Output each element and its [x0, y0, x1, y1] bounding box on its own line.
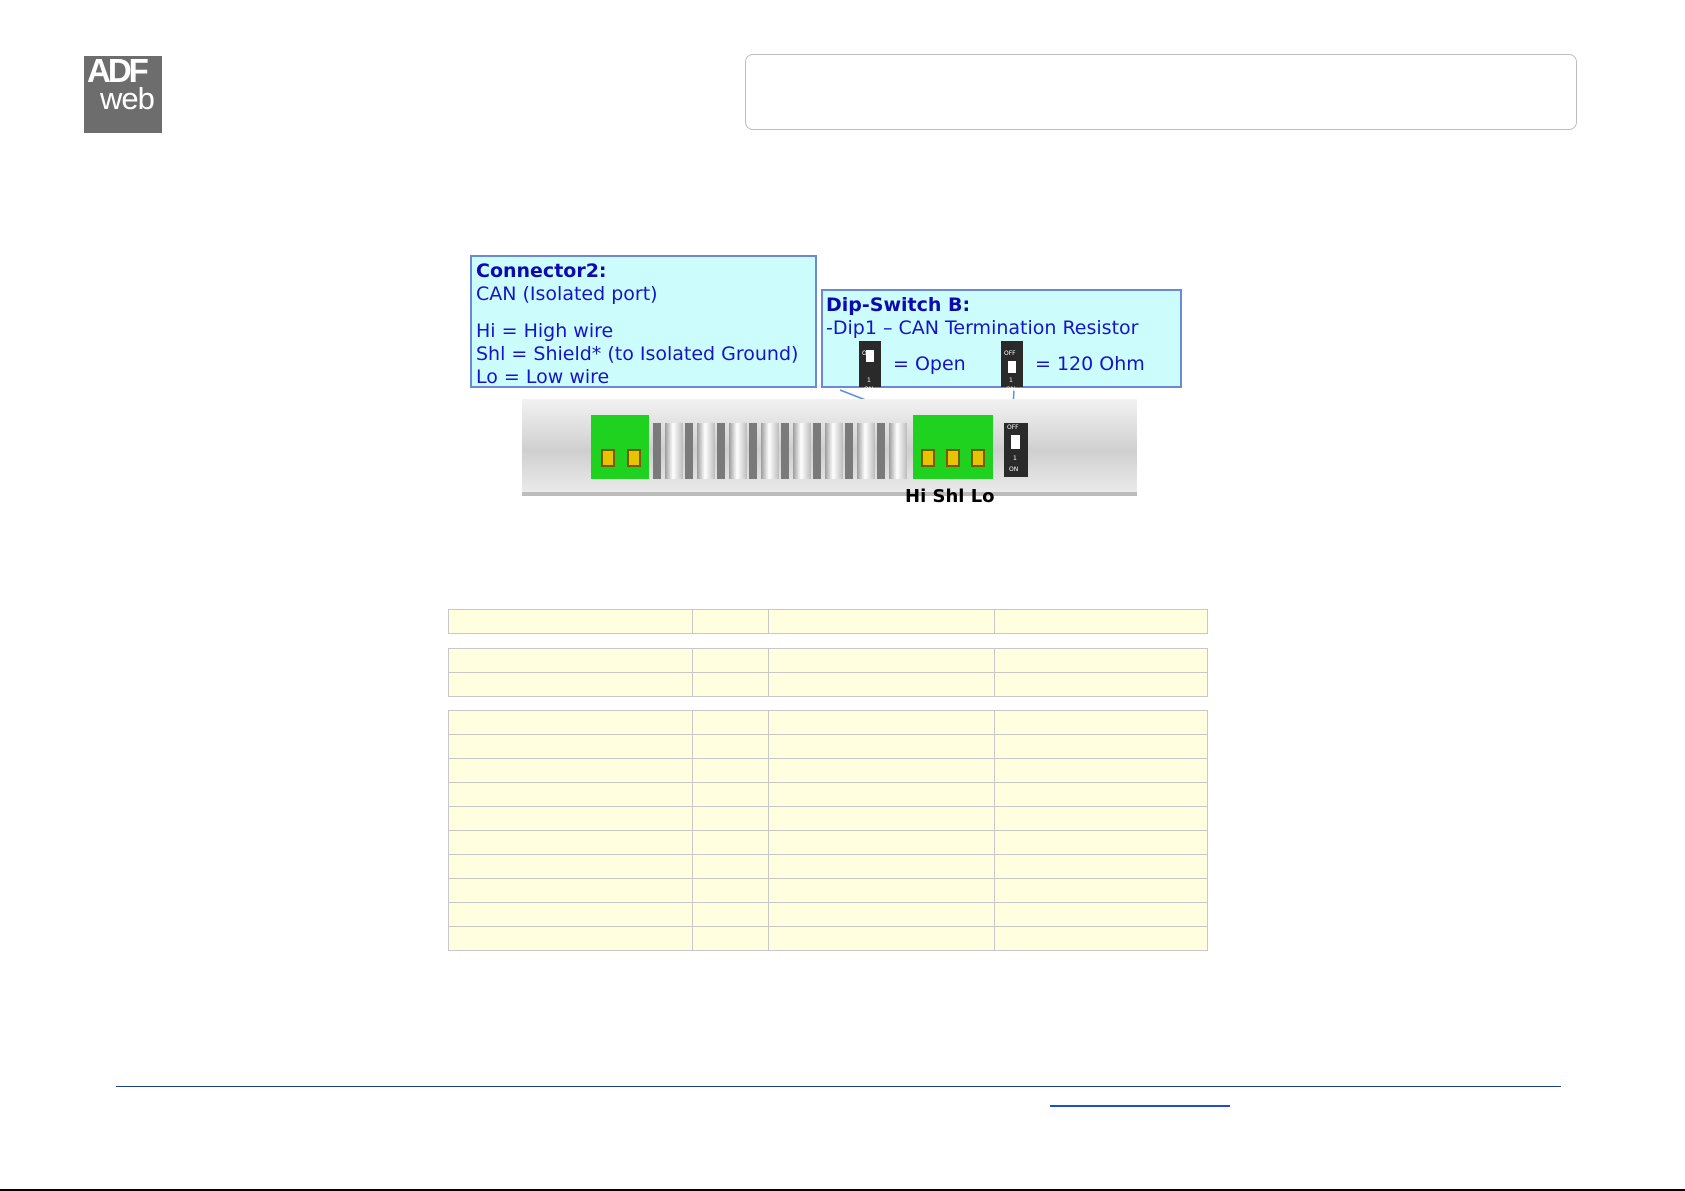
heat-fin	[857, 423, 875, 479]
can-terminal	[913, 415, 993, 479]
device-shadow	[522, 492, 1137, 496]
header-title-box	[745, 54, 1577, 130]
pin-labels: Hi Shl Lo	[905, 486, 995, 507]
adfweb-logo: ADF web	[84, 56, 162, 133]
table-row	[448, 710, 1208, 735]
connector-callout: Connector2: CAN (Isolated port) Hi = Hig…	[470, 255, 817, 388]
terminal-pin-shl	[946, 449, 960, 467]
fin-gap	[749, 423, 757, 479]
spec-table-group-3	[448, 710, 1208, 951]
dip-switch-callout: Dip-Switch B: -Dip1 – CAN Termination Re…	[821, 289, 1182, 393]
table-row	[448, 734, 1208, 759]
dip-callout-title: Dip-Switch B:	[826, 294, 971, 316]
fin-gap	[717, 423, 725, 479]
device-dip-switch: OFF 1 ON	[1004, 423, 1028, 477]
table-row	[448, 926, 1208, 951]
connector-callout-subtitle: CAN (Isolated port)	[476, 283, 658, 305]
fin-gap	[845, 423, 853, 479]
footer-link[interactable]	[1050, 1105, 1230, 1107]
spec-table-group-1	[448, 609, 1208, 634]
fin-gap	[685, 423, 693, 479]
dip-open-on-text: ON	[864, 386, 874, 393]
heat-fin	[889, 423, 907, 479]
dip-open-knob	[866, 350, 874, 362]
heat-fin	[761, 423, 779, 479]
table-row	[448, 878, 1208, 903]
dip-open-label: = Open	[893, 353, 966, 375]
dip-120-label: = 120 Ohm	[1035, 353, 1145, 375]
heat-fin	[729, 423, 747, 479]
table-row	[448, 854, 1208, 879]
connector-figure: OFF 1 ON Hi Shl Lo Connector2: CAN (Isol…	[470, 255, 1190, 515]
heat-fin	[793, 423, 811, 479]
dip-knob	[1011, 435, 1020, 449]
table-row	[448, 672, 1208, 697]
dip-callout-subtitle: -Dip1 – CAN Termination Resistor	[826, 317, 1139, 339]
dip-open-icon: OFF 1 ON	[859, 341, 881, 393]
dip-one-text: 1	[1013, 455, 1017, 462]
terminal-pin	[627, 449, 641, 467]
dip-120-icon: OFF 1 ON	[1001, 341, 1023, 393]
connector-callout-title: Connector2:	[476, 260, 607, 282]
fin-gap	[877, 423, 885, 479]
fin-gap	[781, 423, 789, 479]
table-row	[448, 609, 1208, 634]
heat-fin	[665, 423, 683, 479]
power-terminal	[591, 415, 649, 479]
connector-callout-line-lo: Lo = Low wire	[476, 366, 610, 388]
table-row	[448, 648, 1208, 673]
table-row	[448, 782, 1208, 807]
dip-on-text: ON	[1009, 466, 1019, 473]
table-row	[448, 902, 1208, 927]
terminal-pin	[601, 449, 615, 467]
dip-off-text: OFF	[1007, 424, 1019, 431]
fin-gap	[813, 423, 821, 479]
heat-fin	[697, 423, 715, 479]
terminal-pin-lo	[971, 449, 985, 467]
table-row	[448, 758, 1208, 783]
connector-callout-line-shl: Shl = Shield* (to Isolated Ground)	[476, 343, 799, 365]
table-row	[448, 806, 1208, 831]
connector-callout-line-hi: Hi = High wire	[476, 320, 614, 342]
logo-text-web: web	[100, 81, 155, 116]
spec-table-group-2	[448, 648, 1208, 697]
footer-divider	[116, 1086, 1561, 1087]
heat-fin	[825, 423, 843, 479]
terminal-pin-hi	[921, 449, 935, 467]
table-row	[448, 830, 1208, 855]
dip-120-on-text: ON	[1006, 386, 1016, 393]
fin-gap	[653, 423, 661, 479]
